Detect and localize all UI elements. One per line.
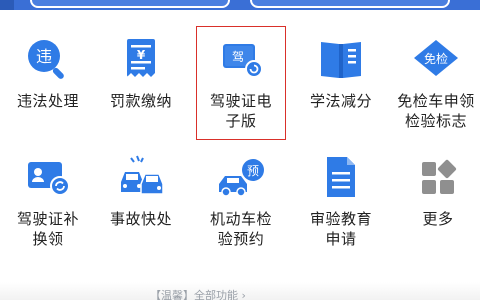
service-label: 学法减分	[309, 92, 372, 110]
service-label-line1: 免检车申领	[397, 92, 475, 110]
service-label: 违法处理	[16, 92, 79, 110]
car-booking-icon: 预	[217, 154, 265, 202]
service-label-line1: 驾驶证补	[16, 210, 79, 228]
car-accident-icon	[117, 154, 165, 202]
document-icon	[317, 154, 365, 202]
app-screen: 违 违法处理 ¥ 罚款缴纳 驾 驾驶证电 子版 学法减分 免检 免检车申领 检验…	[0, 0, 480, 300]
service-license-replacement[interactable]: 驾驶证补 换领	[0, 154, 96, 264]
service-label-line1: 机动车检	[209, 210, 272, 228]
inspection-exempt-badge-icon: 免检	[410, 36, 462, 84]
service-label: 罚款缴纳	[109, 92, 172, 110]
service-label-line2: 验预约	[217, 230, 265, 248]
service-exempt-inspection-label[interactable]: 免检 免检车申领 检验标志	[388, 36, 480, 136]
open-book-icon	[317, 36, 365, 84]
id-card-refresh-icon	[24, 154, 72, 202]
service-violation-handling[interactable]: 违 违法处理	[0, 36, 96, 136]
service-label: 事故快处	[109, 210, 172, 228]
fine-receipt-icon: ¥	[117, 36, 165, 84]
service-more[interactable]: 更多	[390, 154, 480, 264]
more-grid-icon	[414, 154, 462, 202]
svg-text:免检: 免检	[424, 51, 448, 66]
svg-text:¥: ¥	[137, 48, 146, 62]
service-label-line2: 申请	[325, 230, 357, 248]
service-review-education-application[interactable]: 审验教育 申请	[293, 154, 389, 264]
violation-search-icon: 违	[24, 36, 72, 84]
svg-text:预: 预	[247, 164, 259, 178]
service-label: 更多	[422, 210, 454, 228]
service-label-line2: 换领	[32, 230, 64, 248]
service-label-line2: 检验标志	[404, 112, 467, 130]
svg-text:违: 违	[36, 47, 52, 66]
top-left-button[interactable]	[30, 0, 230, 8]
highlight-box	[196, 26, 286, 140]
service-learn-law-reduce-points[interactable]: 学法减分	[293, 36, 389, 136]
bottom-hint-text[interactable]: 【温馨】全部功能 ›	[150, 287, 246, 300]
service-accident-quick-handling[interactable]: 事故快处	[93, 154, 189, 264]
top-right-button[interactable]	[250, 0, 450, 8]
service-fine-payment[interactable]: ¥ 罚款缴纳	[93, 36, 189, 136]
service-vehicle-inspection-booking[interactable]: 预 机动车检 验预约	[193, 154, 289, 264]
banner-shade	[0, 0, 14, 10]
service-label-line1: 审验教育	[309, 210, 372, 228]
